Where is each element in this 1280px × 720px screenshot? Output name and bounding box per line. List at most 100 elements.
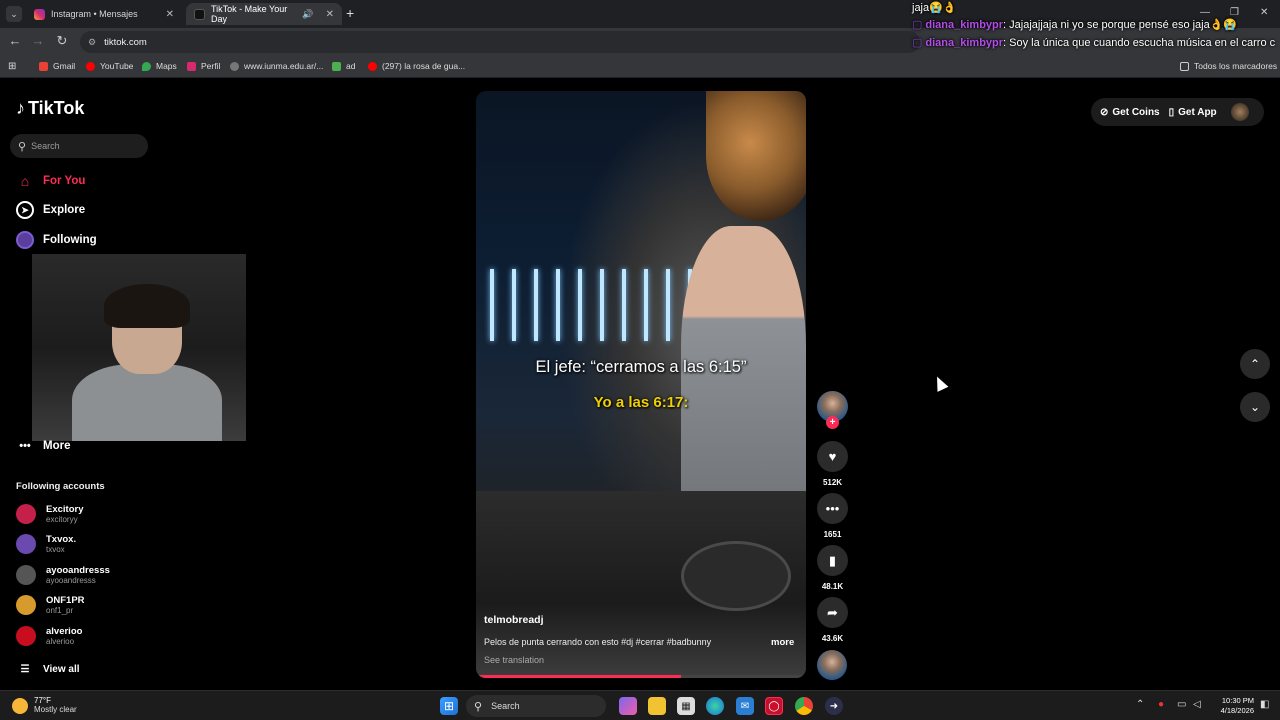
edge-icon[interactable] — [706, 697, 724, 715]
bookmark-iunma[interactable]: www.iunma.edu.ar/... — [230, 61, 323, 71]
taskbar-search[interactable]: ⚲ Search — [466, 695, 606, 717]
new-tab-button[interactable]: + — [346, 5, 354, 21]
following-avatar-icon — [16, 231, 34, 249]
chat-message: ▢ diana_kimbypr: Jajajajjaja ni yo se por… — [912, 19, 1238, 31]
get-app-button[interactable]: ▯ Get App — [1169, 107, 1217, 118]
coin-icon: ⊘ — [1100, 106, 1109, 118]
search-placeholder: Search — [31, 141, 60, 151]
save-count: 48.1K — [821, 582, 844, 591]
close-window-icon[interactable]: ✕ — [1260, 7, 1268, 18]
more-button[interactable]: more — [771, 637, 794, 648]
search-input[interactable]: ⚲ Search — [10, 134, 148, 158]
bookmark-icon: ▮ — [817, 545, 848, 576]
close-tab-icon[interactable]: ✕ — [166, 9, 174, 20]
share-icon: ➦ — [817, 597, 848, 628]
nav-explore[interactable]: ➤ Explore — [16, 201, 85, 219]
bookmarks-bar: ⊞ Gmail YouTube Maps Perfil www.iunma.ed… — [0, 56, 1280, 78]
bookmark-youtube[interactable]: YouTube — [86, 61, 133, 71]
follow-plus-icon[interactable]: + — [826, 416, 839, 429]
list-icon: ☰ — [20, 663, 30, 675]
app-icon[interactable]: ➜ — [825, 697, 843, 715]
bookmark-maps[interactable]: Maps — [142, 61, 177, 71]
see-translation-link[interactable]: See translation — [484, 655, 544, 665]
forward-icon[interactable]: → — [29, 33, 47, 48]
store-icon[interactable]: ▦ — [677, 697, 695, 715]
account-item[interactable]: ayooandresss ayooandresss — [16, 565, 110, 585]
get-coins-button[interactable]: ⊘ Get Coins — [1100, 107, 1160, 118]
tab-label: Instagram • Mensajes — [51, 9, 138, 19]
music-disc-avatar[interactable] — [817, 650, 847, 680]
network-icon[interactable]: ▭ — [1177, 699, 1186, 710]
volume-icon[interactable]: ◁ — [1193, 699, 1201, 710]
instagram-icon — [34, 8, 45, 20]
opera-icon[interactable]: ◯ — [765, 697, 783, 715]
reload-icon[interactable]: ↻ — [53, 33, 71, 49]
start-icon[interactable]: ⊞ — [440, 697, 458, 715]
like-button[interactable]: ♥ 512K — [817, 441, 848, 487]
apps-icon[interactable]: ⊞ — [8, 61, 16, 72]
notification-icon[interactable]: ◧ — [1260, 699, 1269, 710]
close-tab-icon[interactable]: ✕ — [326, 9, 334, 20]
home-icon: ⌂ — [20, 173, 30, 189]
nav-for-you[interactable]: ⌂ For You — [16, 172, 86, 190]
weather-condition: Mostly clear — [34, 705, 77, 714]
account-item[interactable]: alverioo alverioo — [16, 626, 82, 646]
taskbar: 77°F Mostly clear ⊞ ⚲ Search ▦ ✉ ◯ ➜ ⌃ ●… — [0, 690, 1280, 720]
video-progress-bar[interactable] — [476, 675, 806, 678]
account-item[interactable]: ONF1PR onf1_pr — [16, 595, 85, 615]
all-bookmarks[interactable]: Todos los marcadores — [1180, 61, 1277, 71]
heart-icon: ♥ — [817, 441, 848, 472]
file-explorer-icon[interactable] — [648, 697, 666, 715]
chrome-icon[interactable] — [795, 697, 813, 715]
chevron-down-icon[interactable]: ⌄ — [1240, 392, 1270, 422]
share-button[interactable]: ➦ 43.6K — [817, 597, 848, 643]
following-accounts-title: Following accounts — [16, 481, 105, 492]
chat-message: ▢ diana_kimbypr: Soy la única que cuando … — [912, 37, 1276, 49]
avatar — [16, 504, 36, 524]
bookmark-gmail[interactable]: Gmail — [39, 61, 75, 71]
maximize-icon[interactable]: ❐ — [1230, 7, 1239, 18]
comment-button[interactable]: ••• 1651 — [817, 493, 848, 539]
bookmark-perfil[interactable]: Perfil — [187, 61, 220, 71]
view-all-button[interactable]: ☰ View all — [16, 660, 80, 678]
clock[interactable]: 10:30 PM 4/18/2026 — [1214, 696, 1254, 716]
bookmark-ad[interactable]: ad — [332, 61, 355, 71]
tiktok-logo[interactable]: ♪ TikTok — [16, 98, 84, 119]
nav-more[interactable]: ••• More — [16, 437, 70, 455]
tab-label: TikTok - Make Your Day — [211, 4, 288, 24]
chat-bubble-icon: ▢ — [912, 19, 923, 31]
chat-bubble-icon: ▢ — [912, 37, 923, 49]
save-button[interactable]: ▮ 48.1K — [817, 545, 848, 591]
url-text: tiktok.com — [104, 36, 147, 48]
mail-icon[interactable]: ✉ — [736, 697, 754, 715]
copilot-icon[interactable] — [619, 697, 637, 715]
chevron-up-icon[interactable]: ⌃ — [1240, 349, 1270, 379]
avatar — [16, 534, 36, 554]
site-info-icon[interactable]: ⚙ — [88, 37, 96, 48]
tab-search-icon[interactable]: ⌄ — [6, 6, 22, 22]
bookmark-la-rosa[interactable]: (297) la rosa de gua... — [368, 61, 465, 71]
search-icon: ⚲ — [474, 700, 483, 713]
temperature: 77°F — [34, 696, 51, 705]
comment-icon: ••• — [817, 493, 848, 524]
webcam-overlay — [32, 254, 246, 441]
weather-widget[interactable]: 77°F Mostly clear — [12, 696, 77, 715]
minimize-icon[interactable]: — — [1200, 7, 1210, 18]
tab-tiktok[interactable]: TikTok - Make Your Day 🔊 ✕ — [186, 3, 342, 25]
video-username[interactable]: telmobreadj — [484, 614, 544, 626]
url-input[interactable]: ⚙ tiktok.com — [80, 31, 920, 53]
nav-following[interactable]: Following — [16, 231, 97, 249]
account-item[interactable]: Excitory excitoryy — [16, 504, 84, 524]
microphone-icon[interactable]: ● — [1158, 699, 1164, 710]
video-caption: Yo a las 6:17: — [593, 394, 689, 411]
mouse-cursor-icon — [931, 374, 949, 392]
account-item[interactable]: Txvox. txvox — [16, 534, 76, 554]
chevron-up-icon[interactable]: ⌃ — [1136, 699, 1144, 710]
video-player[interactable]: El jefe: “cerramos a las 6:15” Yo a las … — [476, 91, 806, 678]
profile-avatar[interactable] — [1230, 103, 1249, 121]
comment-count: 1651 — [823, 530, 842, 539]
back-icon[interactable]: ← — [6, 33, 24, 48]
tab-instagram[interactable]: Instagram • Mensajes ✕ — [26, 3, 182, 25]
compass-icon: ➤ — [16, 201, 34, 219]
speaker-icon[interactable]: 🔊 — [302, 9, 313, 20]
